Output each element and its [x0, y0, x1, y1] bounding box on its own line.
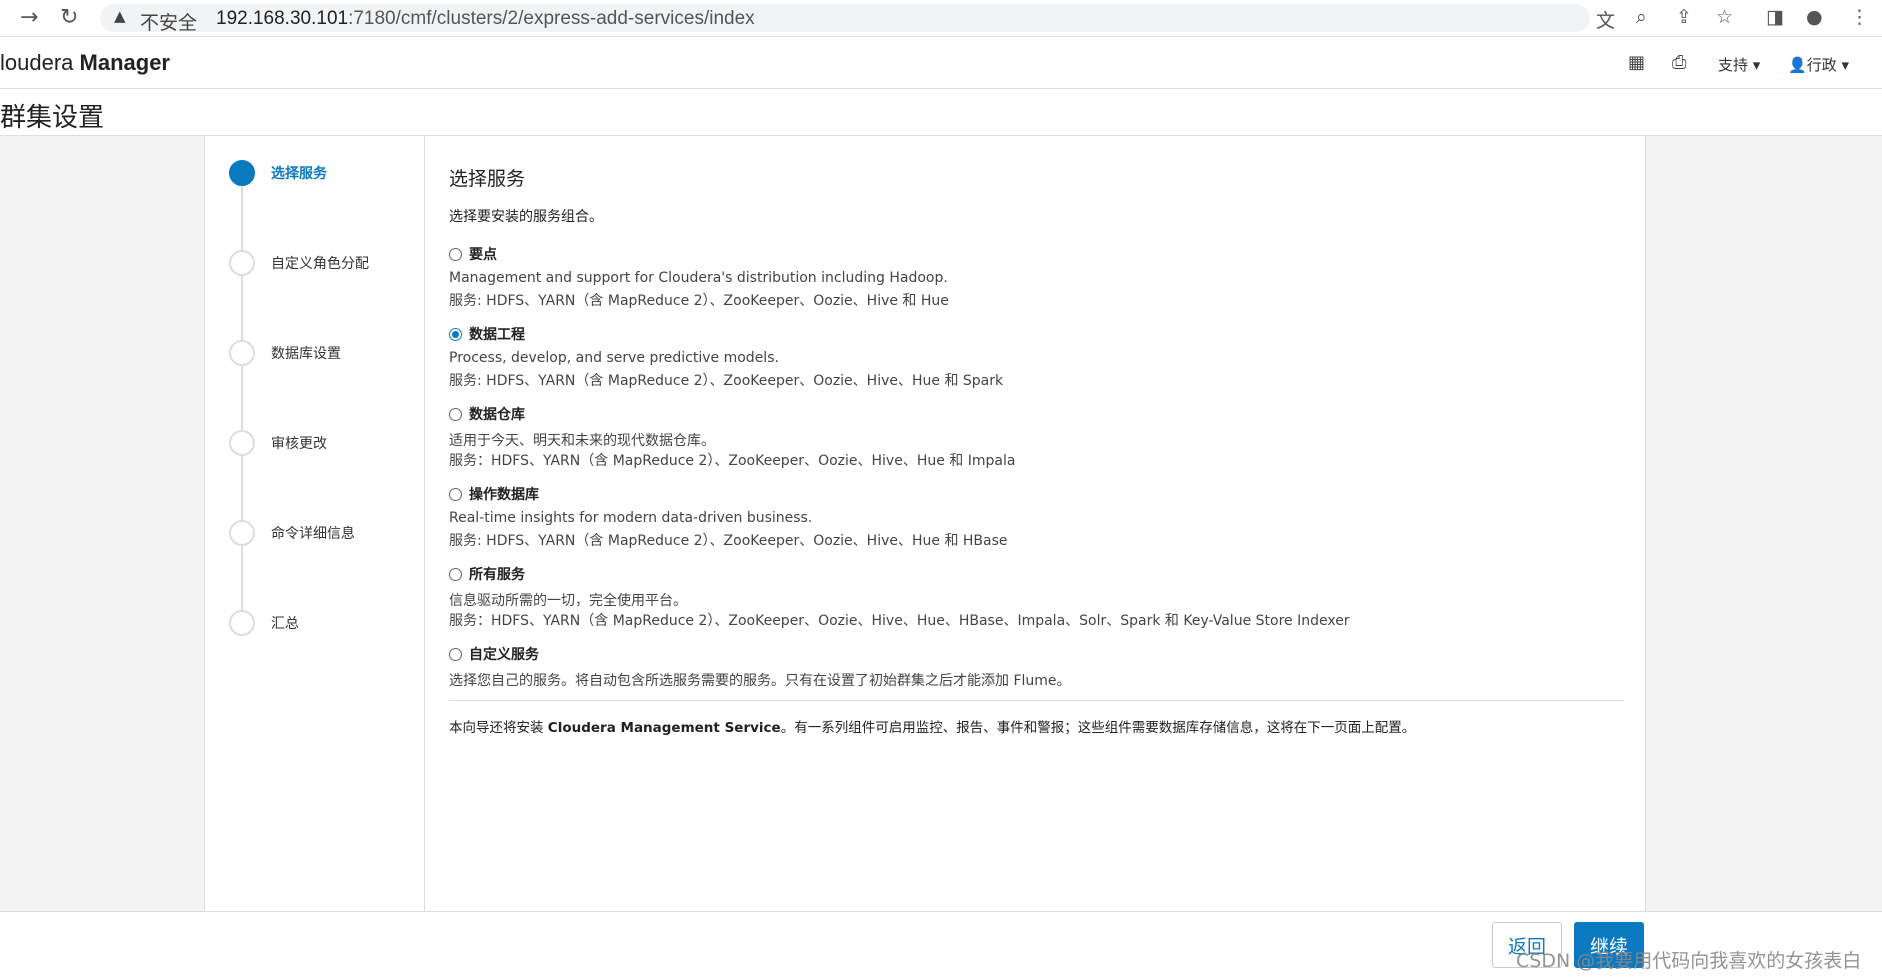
step-summary[interactable]: 汇总: [229, 610, 419, 636]
option-title: 自定义服务: [469, 647, 539, 663]
running-commands-icon[interactable]: ⎙: [1672, 52, 1686, 73]
insecure-label: 不安全: [140, 13, 198, 34]
divider: [449, 700, 1624, 701]
forward-arrow-icon[interactable]: →: [20, 5, 38, 30]
step-connector-line: [241, 173, 243, 623]
app-header: loudera Manager ▦ ⎙ 支持 ▾ 👤行政 ▾: [0, 37, 1882, 89]
option-description: 信息驱动所需的一切，完全使用平台。: [449, 593, 687, 609]
option-description: Real-time insights for modern data-drive…: [449, 510, 813, 526]
url-text[interactable]: 192.168.30.101:7180/cmf/clusters/2/expre…: [216, 8, 755, 30]
browser-menu-icon[interactable]: ⋮: [1850, 6, 1869, 28]
section-description: 选择要安装的服务组合。: [449, 209, 603, 225]
option-description: 适用于今天、明天和未来的现代数据仓库。: [449, 433, 715, 449]
step-dot: [229, 340, 255, 366]
address-bar[interactable]: ▲ 不安全 192.168.30.101:7180/cmf/clusters/2…: [100, 4, 1590, 34]
share-icon[interactable]: ⇪: [1676, 6, 1692, 28]
wizard-footer: 返回 继续 CSDN @我要用代码向我喜欢的女孩表白: [0, 911, 1882, 977]
radio-essentials[interactable]: [449, 248, 462, 261]
url-host: 192.168.30.101: [216, 8, 349, 29]
radio-data-engineering[interactable]: [449, 328, 462, 341]
option-description: Process, develop, and serve predictive m…: [449, 350, 779, 366]
option-description: Management and support for Cloudera's di…: [449, 270, 948, 286]
profile-avatar-icon[interactable]: ●: [1806, 6, 1823, 28]
radio-data-warehouse[interactable]: [449, 408, 462, 421]
admin-menu-label: 行政 ▾: [1806, 56, 1849, 74]
cloudera-manager-logo[interactable]: loudera Manager: [0, 50, 170, 76]
step-label: 自定义角色分配: [271, 256, 369, 272]
option-services: 服务: HDFS、YARN（含 MapReduce 2）、ZooKeeper、O…: [449, 533, 1008, 549]
step-command-details[interactable]: 命令详细信息: [229, 520, 419, 546]
step-label: 审核更改: [271, 436, 327, 452]
step-label: 命令详细信息: [271, 526, 355, 542]
option-title: 数据仓库: [469, 407, 525, 423]
wizard-panel: 选择服务 自定义角色分配 数据库设置 审核更改 命令详细信息 汇总 选择服务 选…: [204, 136, 1646, 911]
step-select-services[interactable]: 选择服务: [229, 160, 419, 186]
radio-operational-database[interactable]: [449, 488, 462, 501]
step-custom-role-assignment[interactable]: 自定义角色分配: [229, 250, 419, 276]
zoom-icon[interactable]: ⌕: [1636, 6, 1647, 28]
translate-icon[interactable]: 文: [1596, 6, 1615, 33]
option-services: 服务: HDFS、YARN（含 MapReduce 2）、ZooKeeper、O…: [449, 293, 949, 309]
option-title: 所有服务: [469, 567, 525, 583]
parcel-gift-icon[interactable]: ▦: [1628, 52, 1645, 73]
option-description: 选择您自己的服务。将自动包含所选服务需要的服务。只有在设置了初始群集之后才能添加…: [449, 673, 1071, 689]
url-path: :7180/cmf/clusters/2/express-add-service…: [348, 8, 755, 29]
step-label: 数据库设置: [271, 346, 341, 362]
wizard-steps: 选择服务 自定义角色分配 数据库设置 审核更改 命令详细信息 汇总: [205, 136, 425, 911]
step-database-setup[interactable]: 数据库设置: [229, 340, 419, 366]
radio-all-services[interactable]: [449, 568, 462, 581]
page-title: 群集设置: [0, 103, 105, 133]
step-dot: [229, 160, 255, 186]
step-dot: [229, 430, 255, 456]
option-title: 操作数据库: [469, 487, 539, 503]
admin-menu[interactable]: 👤行政 ▾: [1788, 54, 1849, 75]
page-title-bar: 群集设置: [0, 89, 1882, 136]
brand-strong: Manager: [79, 50, 170, 75]
support-menu[interactable]: 支持 ▾: [1718, 54, 1760, 75]
step-dot: [229, 250, 255, 276]
user-icon: 👤: [1788, 56, 1807, 74]
option-services: 服务：HDFS、YARN（含 MapReduce 2）、ZooKeeper、Oo…: [449, 613, 1350, 629]
browser-toolbar: → ↻ ▲ 不安全 192.168.30.101:7180/cmf/cluste…: [0, 0, 1882, 37]
step-dot: [229, 610, 255, 636]
radio-custom-services[interactable]: [449, 648, 462, 661]
step-dot: [229, 520, 255, 546]
step-review-changes[interactable]: 审核更改: [229, 430, 419, 456]
option-services: 服务：HDFS、YARN（含 MapReduce 2）、ZooKeeper、Oo…: [449, 453, 1016, 469]
step-label: 选择服务: [271, 166, 327, 182]
note-prefix: 本向导还将安装: [449, 720, 548, 736]
warning-triangle-icon: ▲: [114, 7, 126, 25]
section-title: 选择服务: [449, 168, 526, 190]
csdn-watermark: CSDN @我要用代码向我喜欢的女孩表白: [1516, 950, 1862, 972]
reload-icon[interactable]: ↻: [60, 5, 78, 30]
step-label: 汇总: [271, 616, 299, 632]
option-title: 数据工程: [469, 327, 525, 343]
note-service-name: Cloudera Management Service: [547, 720, 781, 736]
option-title: 要点: [469, 247, 497, 263]
brand-light: loudera: [0, 50, 80, 75]
note-suffix: 。有一系列组件可启用监控、报告、事件和警报；这些组件需要数据库存储信息，这将在下…: [780, 720, 1416, 736]
bookmark-star-icon[interactable]: ☆: [1716, 6, 1733, 28]
management-service-note: 本向导还将安装 Cloudera Management Service。有一系列…: [449, 716, 1415, 736]
option-services: 服务: HDFS、YARN（含 MapReduce 2）、ZooKeeper、O…: [449, 373, 1004, 389]
side-panel-icon[interactable]: ◨: [1766, 6, 1784, 28]
